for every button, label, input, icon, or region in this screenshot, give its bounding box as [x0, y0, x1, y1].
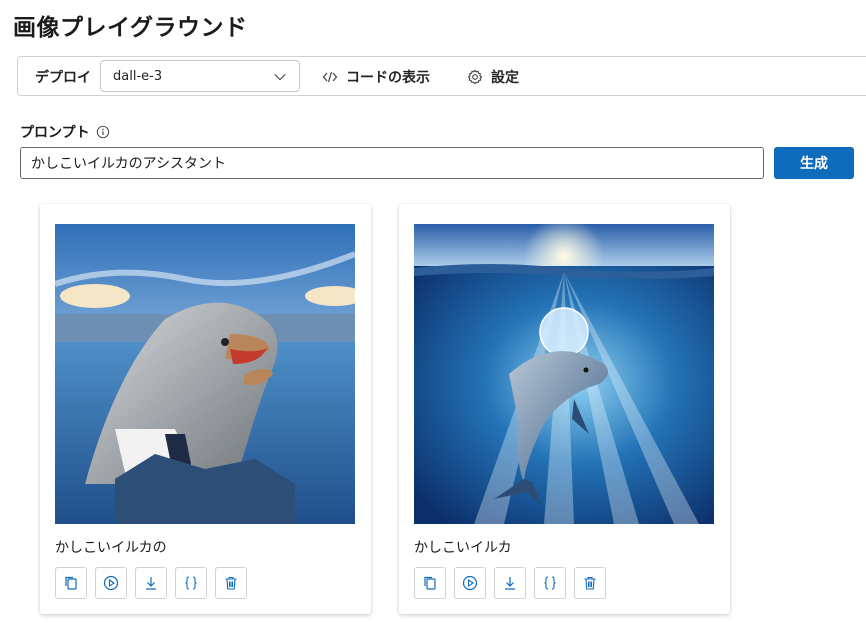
delete-button[interactable] — [215, 567, 247, 599]
image-result-card: かしこいイルカの — [40, 204, 371, 614]
json-button[interactable] — [175, 567, 207, 599]
page-title: 画像プレイグラウンド — [13, 15, 248, 41]
download-icon — [146, 577, 156, 590]
copy-button[interactable] — [55, 567, 87, 599]
play-button[interactable] — [95, 567, 127, 599]
curly-braces-icon — [544, 576, 556, 590]
generated-image[interactable] — [55, 224, 355, 524]
deployment-select[interactable]: dall-e-3 — [100, 60, 300, 92]
generate-button[interactable]: 生成 — [774, 147, 854, 179]
chevron-down-icon — [274, 73, 286, 81]
settings-button[interactable]: 設定 — [467, 66, 519, 88]
dolphin-suit-image — [55, 224, 355, 524]
json-button[interactable] — [534, 567, 566, 599]
copy-button[interactable] — [414, 567, 446, 599]
deploy-label: デプロイ — [35, 70, 91, 86]
prompt-input[interactable] — [20, 147, 764, 179]
deployment-value: dall-e-3 — [113, 69, 163, 84]
gear-icon — [467, 69, 483, 85]
code-brackets-icon — [322, 71, 338, 83]
trash-icon — [225, 576, 237, 590]
generated-image[interactable] — [414, 224, 714, 524]
settings-label: 設定 — [491, 70, 519, 86]
image-result-card: かしこいイルカ — [399, 204, 730, 614]
play-button[interactable] — [454, 567, 486, 599]
download-button[interactable] — [135, 567, 167, 599]
copy-icon — [65, 576, 77, 590]
download-button[interactable] — [494, 567, 526, 599]
view-code-button[interactable]: コードの表示 — [322, 66, 430, 88]
download-icon — [505, 577, 515, 590]
play-circle-icon — [462, 575, 478, 591]
delete-button[interactable] — [574, 567, 606, 599]
copy-icon — [424, 576, 436, 590]
prompt-label: プロンプト — [20, 125, 90, 141]
play-circle-icon — [103, 575, 119, 591]
card-actions — [414, 567, 606, 599]
card-actions — [55, 567, 247, 599]
dolphin-underwater-image — [414, 224, 714, 524]
trash-icon — [584, 576, 596, 590]
view-code-label: コードの表示 — [346, 70, 430, 86]
curly-braces-icon — [185, 576, 197, 590]
toolbar: デプロイ dall-e-3 コードの表示 設定 — [17, 56, 866, 96]
info-icon[interactable] — [96, 125, 110, 139]
prompt-label-row: プロンプト — [20, 122, 110, 142]
image-caption: かしこいイルカの — [55, 540, 167, 556]
image-caption: かしこいイルカ — [414, 540, 512, 556]
